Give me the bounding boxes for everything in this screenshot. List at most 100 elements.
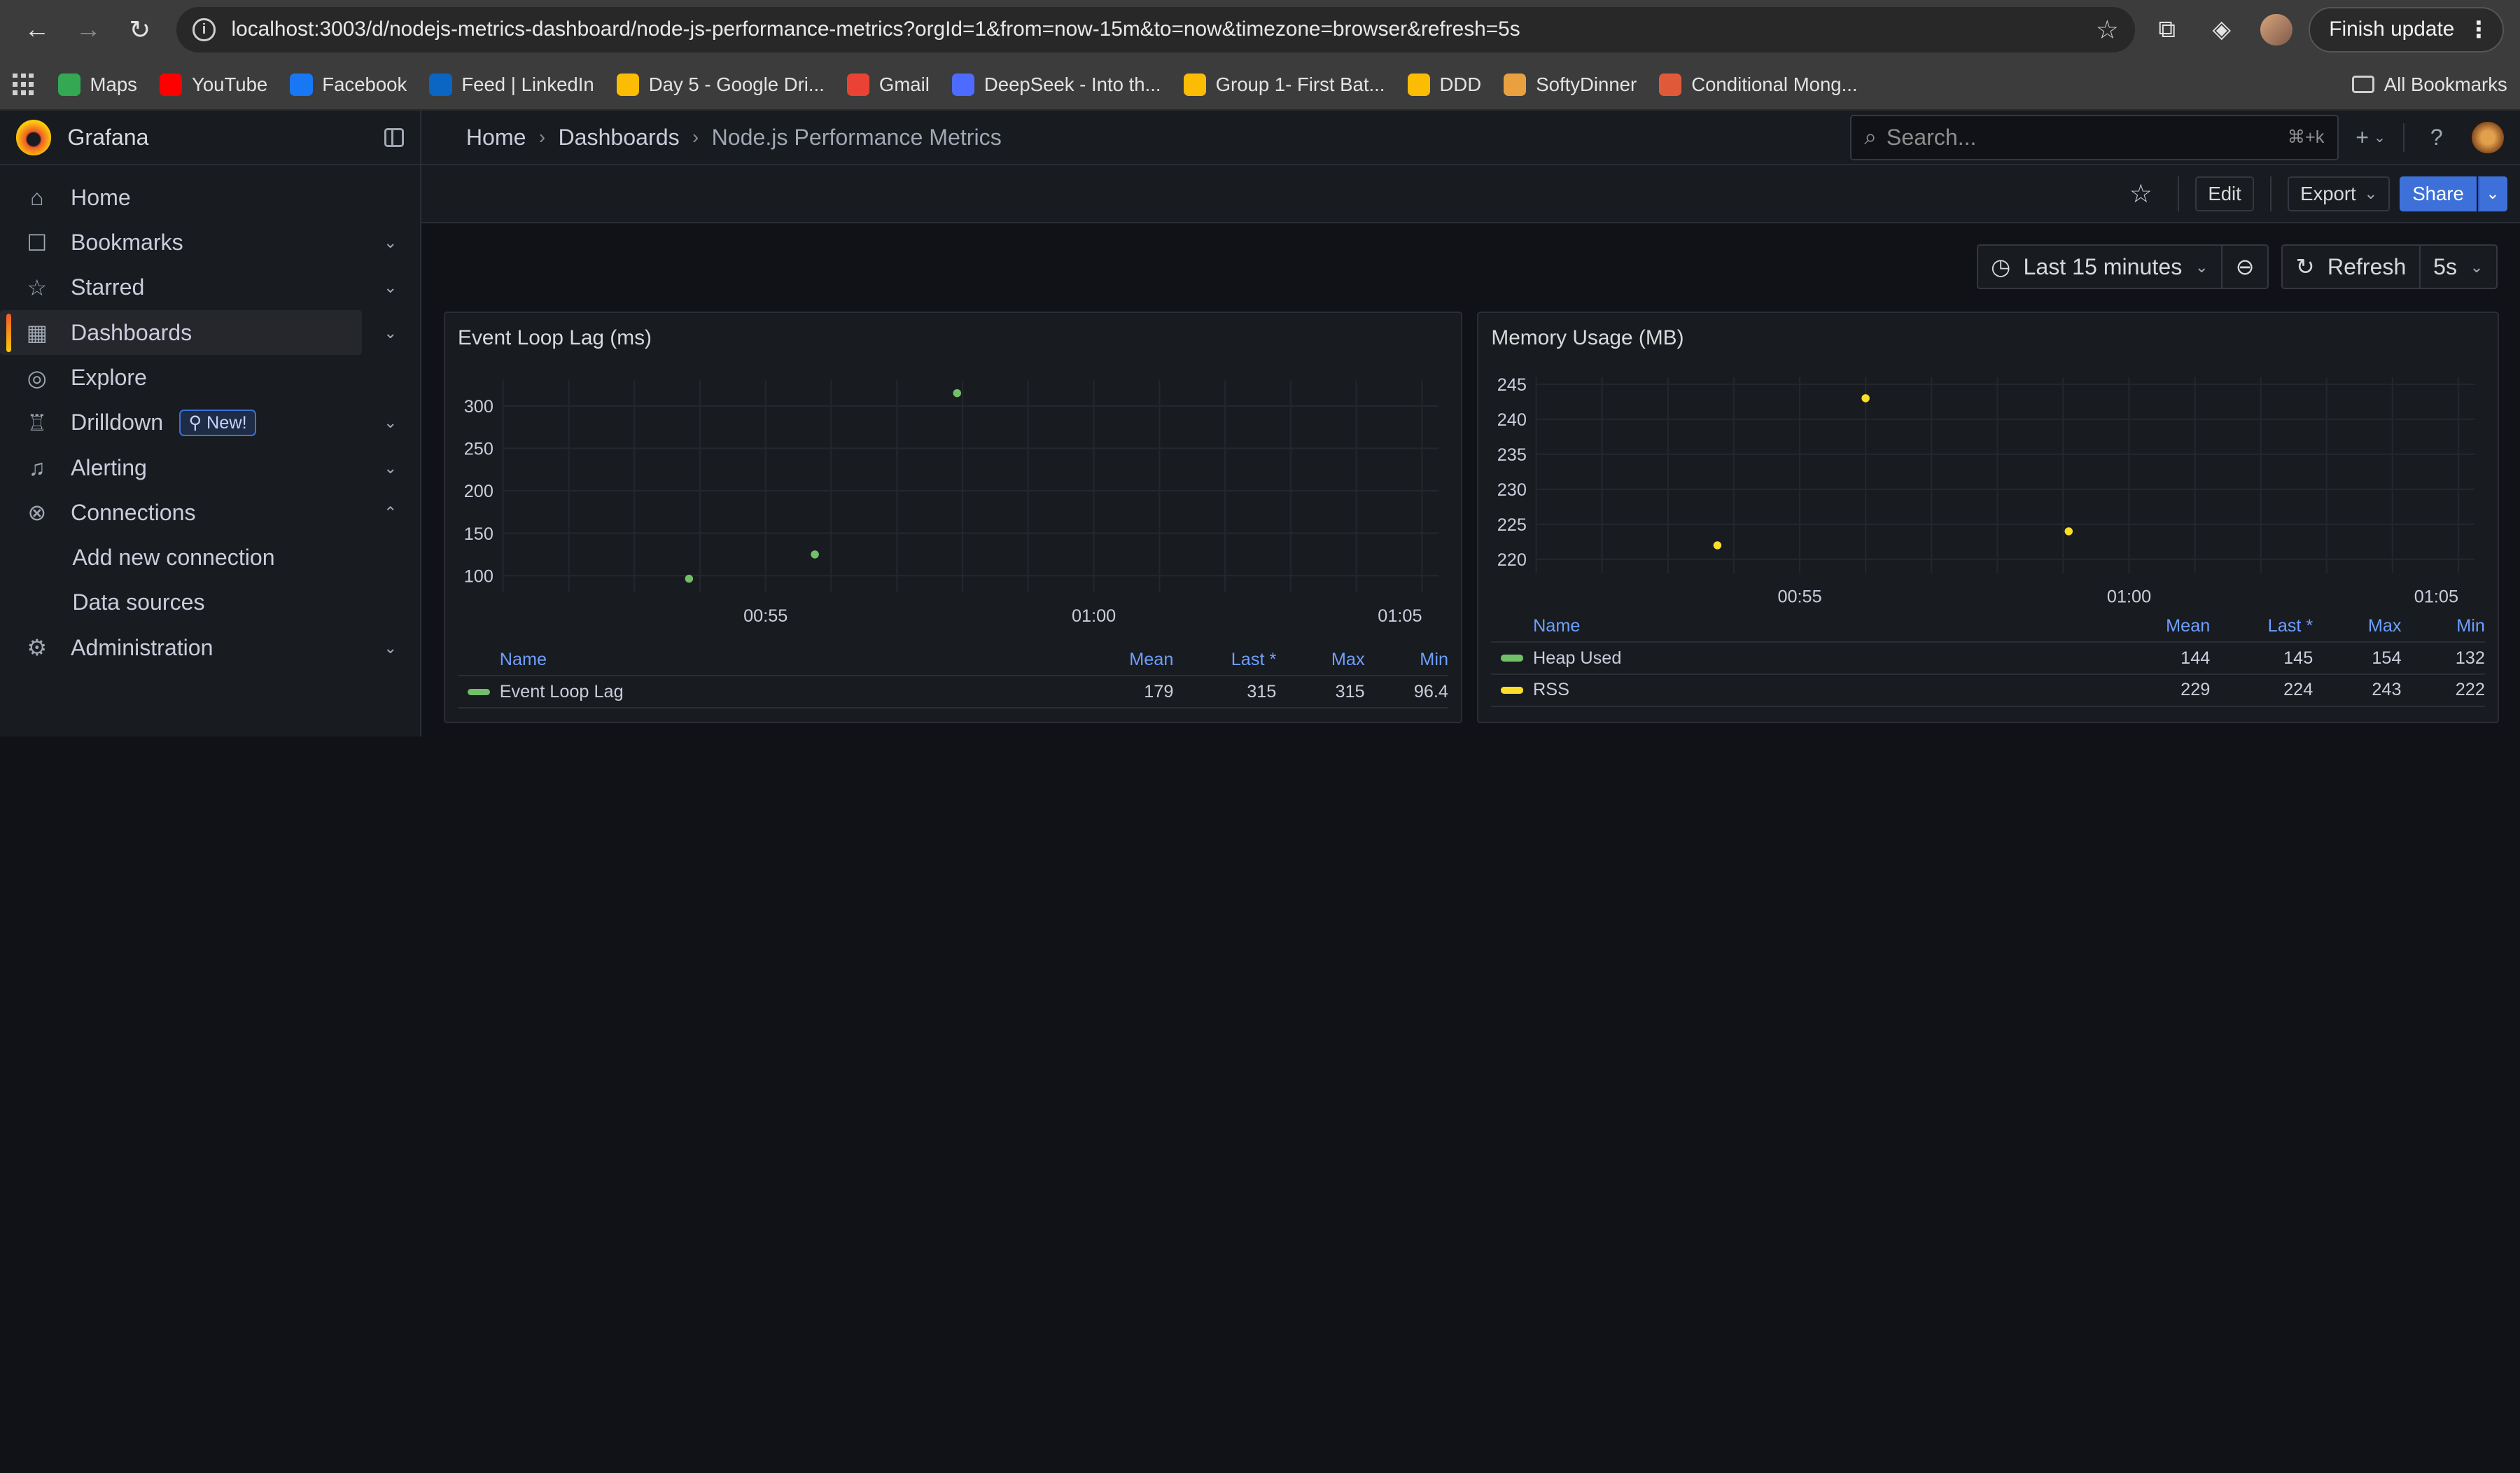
chevron-down-icon[interactable]: ⌄ — [384, 278, 397, 297]
legend-header-min[interactable]: Min — [1365, 650, 1448, 670]
site-info-icon[interactable]: i — [192, 18, 216, 41]
bookmark-item[interactable]: DDD — [1407, 73, 1481, 96]
divider — [2178, 176, 2180, 212]
bookmarks-bar: Maps YouTube Facebook Feed | LinkedIn Day 5 … — [0, 59, 2520, 111]
help-icon[interactable]: ? — [2414, 115, 2459, 160]
share-button[interactable]: Share — [2400, 176, 2477, 212]
profile-icon[interactable] — [2254, 7, 2299, 52]
all-bookmarks[interactable]: All Bookmarks — [2351, 74, 2507, 96]
export-button[interactable]: Export ⌄ — [2288, 176, 2390, 212]
memory-usage-panel[interactable]: Memory Usage (MB) 220 225 230 235 240 245 00:55… — [1477, 312, 2500, 724]
bookmark-item[interactable]: Maps — [57, 73, 137, 96]
data-point[interactable] — [685, 575, 693, 583]
bookmark-favicon-icon — [1183, 73, 1206, 96]
bookmark-star-icon[interactable]: ☆ — [2096, 15, 2119, 45]
legend-header-mean[interactable]: Mean — [1026, 650, 1173, 670]
sidebar-item-starred[interactable]: ☆ Starred ⌄ — [0, 265, 397, 310]
sidebar-item-alerting[interactable]: ♫ Alerting ⌄ — [0, 445, 398, 490]
bookmark-item[interactable]: YouTube — [160, 73, 268, 96]
bookmark-item[interactable]: Conditional Mong... — [1659, 73, 1858, 96]
sidebar-item-drilldown[interactable]: ♖ Drilldown ⚲ New! ⌄ — [0, 400, 397, 445]
refresh-group: ↻ Refresh 5s ⌄ — [2281, 244, 2498, 290]
zoom-out-button[interactable]: ⊖ — [2221, 245, 2267, 288]
sidebar-subitem-add-new-connection[interactable]: Add new connection — [0, 536, 420, 580]
breadcrumb-dashboards[interactable]: Dashboards — [558, 125, 679, 151]
apps-grid-icon[interactable] — [13, 73, 35, 96]
extension-icon[interactable]: ◈ — [2199, 7, 2244, 52]
legend-header-name[interactable]: Name — [1491, 616, 2062, 636]
bookmark-label: YouTube — [191, 73, 268, 95]
forward-icon[interactable]: → — [67, 9, 109, 51]
bookmark-item[interactable]: Group 1- First Bat... — [1183, 73, 1385, 96]
data-point[interactable] — [953, 389, 961, 398]
bookmark-item[interactable]: DeepSeek - Into th... — [951, 73, 1161, 96]
chevron-down-icon[interactable]: ⌄ — [384, 638, 397, 657]
sidebar-subitem-data-sources[interactable]: Data sources — [0, 580, 420, 625]
add-new-button[interactable]: + ⌄ — [2348, 115, 2393, 160]
search-input[interactable]: ⌕ Search... ⌘+k — [1849, 115, 2339, 160]
y-tick-label: 230 — [1497, 481, 1527, 501]
y-tick-label: 245 — [1497, 375, 1527, 395]
grafana-logo-icon[interactable] — [15, 120, 52, 155]
chevron-down-icon[interactable]: ⌄ — [384, 413, 397, 432]
legend-series[interactable]: RSS — [1491, 680, 2062, 700]
legend-row[interactable]: Event Loop Lag 179 315 315 96.4 — [458, 676, 1448, 709]
legend-header-name[interactable]: Name — [458, 650, 1026, 670]
refresh-button[interactable]: ↻ Refresh — [2283, 246, 2419, 288]
legend-series[interactable]: Heap Used — [1491, 648, 2062, 669]
sidebar-header: Grafana — [0, 111, 420, 166]
bookmark-label: Group 1- First Bat... — [1215, 73, 1385, 95]
sidebar-item-home[interactable]: ⌂ Home — [0, 175, 362, 220]
bookmark-favicon-icon — [1504, 73, 1527, 96]
reload-icon[interactable]: ↻ — [119, 9, 161, 51]
url-text[interactable]: localhost:3003/d/nodejs-metrics-dashboar… — [232, 18, 2080, 41]
refresh-interval-picker[interactable]: 5s ⌄ — [2418, 245, 2496, 288]
event-loop-lag-panel[interactable]: Event Loop Lag (ms) 100 150 200 250 300 00:55 0… — [443, 312, 1463, 724]
star-dashboard-icon[interactable]: ☆ — [2120, 173, 2162, 215]
avatar[interactable] — [2472, 121, 2505, 154]
bookmark-favicon-icon — [429, 73, 452, 96]
legend-row[interactable]: RSS 229 224 243 222 — [1491, 675, 2485, 707]
y-tick-label: 220 — [1497, 551, 1527, 571]
data-point[interactable] — [2064, 527, 2073, 536]
legend-series[interactable]: Event Loop Lag — [458, 682, 1026, 702]
chevron-up-icon[interactable]: ⌃ — [384, 503, 397, 522]
bookmark-item[interactable]: Feed | LinkedIn — [429, 73, 594, 96]
sidebar-item-administration[interactable]: ⚙ Administration ⌄ — [0, 625, 397, 670]
breadcrumb-home[interactable]: Home — [466, 125, 526, 151]
chevron-down-icon[interactable]: ⌄ — [384, 459, 397, 477]
legend-header-last[interactable]: Last * — [1173, 650, 1277, 670]
sidebar-item-explore[interactable]: ◎ Explore — [0, 355, 362, 400]
chevron-down-icon[interactable]: ⌄ — [384, 323, 397, 342]
edit-button[interactable]: Edit — [2195, 176, 2254, 212]
data-point[interactable] — [811, 550, 819, 559]
sidebar-item-bookmarks[interactable]: ☐ Bookmarks ⌄ — [0, 221, 397, 265]
legend-header-last[interactable]: Last * — [2210, 616, 2314, 636]
dock-menu-icon[interactable] — [384, 127, 404, 148]
address-bar[interactable]: i localhost:3003/d/nodejs-metrics-dashbo… — [176, 7, 2135, 53]
compass-icon: ◎ — [27, 365, 47, 391]
drilldown-icon: ♖ — [27, 410, 48, 435]
bookmark-item[interactable]: SoftyDinner — [1504, 73, 1637, 96]
sidebar-item-connections[interactable]: ⊗ Connections ⌃ — [0, 490, 397, 535]
legend-header-max[interactable]: Max — [1276, 650, 1365, 670]
legend-header-min[interactable]: Min — [2402, 616, 2485, 636]
legend-header-mean[interactable]: Mean — [2062, 616, 2210, 636]
legend-value-min: 222 — [2455, 680, 2485, 700]
bookmark-item[interactable]: Facebook — [290, 73, 407, 96]
bookmark-item[interactable]: Gmail — [846, 73, 930, 96]
bookmark-item[interactable]: Day 5 - Google Dri... — [616, 73, 825, 96]
chevron-down-icon[interactable]: ⌄ — [384, 233, 397, 252]
extensions-icon[interactable]: ⧉ — [2145, 7, 2190, 52]
legend-header-max[interactable]: Max — [2313, 616, 2402, 636]
data-point[interactable] — [1713, 541, 1722, 550]
data-point[interactable] — [1861, 394, 1870, 403]
sidebar-item-dashboards[interactable]: ▦ Dashboards ⌄ — [0, 310, 397, 356]
share-menu-button[interactable]: ⌄ — [2478, 176, 2507, 212]
back-icon[interactable]: ← — [16, 9, 58, 51]
bookmark-list: Maps YouTube Facebook Feed | LinkedIn Day 5 … — [57, 73, 1858, 96]
finish-update-button[interactable]: Finish update ⋮ — [2308, 7, 2505, 53]
bookmark-favicon-icon — [1407, 73, 1430, 96]
legend-row[interactable]: Heap Used 144 145 154 132 — [1491, 643, 2485, 675]
time-range-picker[interactable]: ◷ Last 15 minutes ⌄ — [1978, 246, 2222, 288]
